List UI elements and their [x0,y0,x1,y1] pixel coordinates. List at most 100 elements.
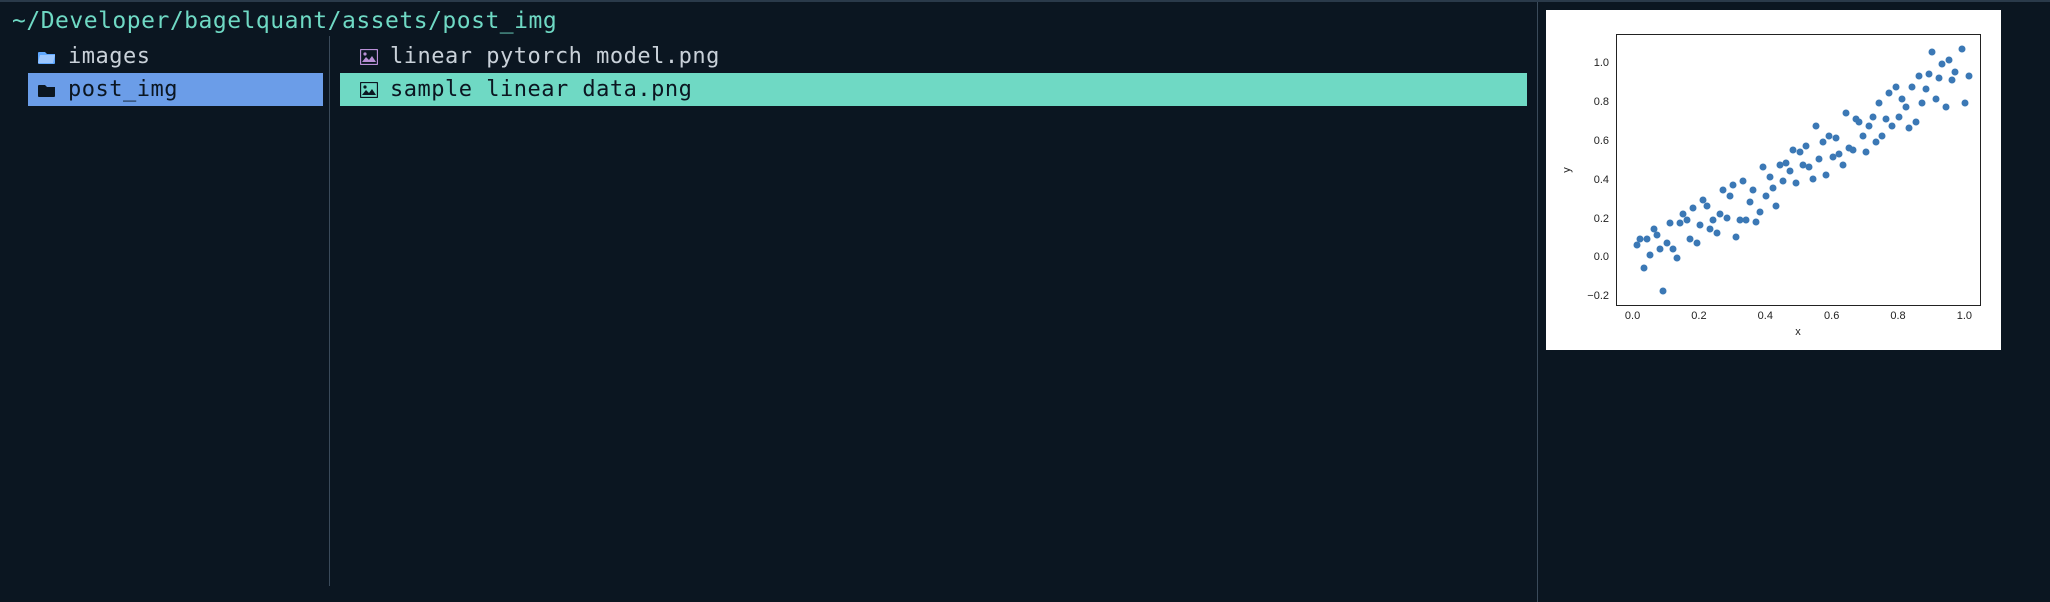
chart-xlabel: x [1795,326,1801,338]
chart-point [1842,109,1849,116]
file-item-label: sample linear data.png [390,77,692,102]
chart-point [1806,164,1813,171]
chart-point [1889,123,1896,130]
chart-point [1836,150,1843,157]
chart-point [1783,160,1790,167]
chart-ytick: 0.8 [1594,96,1609,108]
chart-point [1660,288,1667,295]
chart-point [1932,96,1939,103]
chart-point [1677,220,1684,227]
tree-item-label: post_img [68,77,178,102]
chart-ytick: −0.2 [1587,290,1609,302]
chart-point [1866,123,1873,130]
chart-point [1647,251,1654,258]
chart-point [1760,164,1767,171]
chart-point [1809,175,1816,182]
chart-point [1663,239,1670,246]
chart-point [1886,90,1893,97]
chart-point [1743,216,1750,223]
folder-icon [36,83,58,97]
tree-item-post-img[interactable]: post_img [28,73,323,106]
file-list-pane: linear pytorch model.png sample linear d… [330,36,1537,586]
chart-point [1779,177,1786,184]
chart-point [1856,119,1863,126]
chart-point [1892,84,1899,91]
chart-point [1657,245,1664,252]
scatter-chart-preview: y x −0.20.00.20.40.60.81.00.00.20.40.60.… [1546,10,2001,350]
chart-point [1763,193,1770,200]
chart-point [1869,113,1876,120]
chart-point [1713,230,1720,237]
chart-point [1962,100,1969,107]
chart-point [1670,245,1677,252]
chart-point [1793,179,1800,186]
tree-item-images[interactable]: images [28,40,323,73]
chart-point [1690,204,1697,211]
chart-point [1803,142,1810,149]
chart-point [1786,168,1793,175]
chart-point [1756,208,1763,215]
chart-point [1650,226,1657,233]
chart-point [1942,103,1949,110]
chart-point [1819,138,1826,145]
chart-ytick: 0.6 [1594,135,1609,147]
chart-point [1902,103,1909,110]
chart-point [1766,173,1773,180]
chart-xtick: 0.8 [1890,310,1905,322]
directory-tree-pane: images post_img [0,36,330,586]
chart-point [1909,84,1916,91]
chart-point [1726,193,1733,200]
chart-point [1753,218,1760,225]
chart-point [1723,214,1730,221]
chart-point [1959,45,1966,52]
chart-point [1733,234,1740,241]
chart-ytick: 1.0 [1594,57,1609,69]
chart-point [1872,138,1879,145]
chart-point [1922,86,1929,93]
chart-point [1925,70,1932,77]
chart-plot-area [1616,34,1981,306]
chart-point [1862,148,1869,155]
chart-point [1915,72,1922,79]
chart-point [1769,185,1776,192]
chart-ytick: 0.2 [1594,213,1609,225]
chart-point [1929,49,1936,56]
chart-xtick: 0.0 [1625,310,1640,322]
current-path: ~/Developer/bagelquant/assets/post_img [0,2,1537,36]
chart-point [1746,199,1753,206]
chart-point [1965,72,1972,79]
chart-xtick: 1.0 [1957,310,1972,322]
chart-point [1912,119,1919,126]
file-item-selected[interactable]: sample linear data.png [340,73,1527,106]
file-item[interactable]: linear pytorch model.png [340,40,1527,73]
chart-point [1703,202,1710,209]
chart-point [1823,171,1830,178]
chart-point [1919,100,1926,107]
chart-point [1899,96,1906,103]
folder-open-icon [36,50,58,64]
chart-point [1833,134,1840,141]
chart-point [1667,220,1674,227]
chart-ytick: 0.4 [1594,174,1609,186]
chart-point [1935,74,1942,81]
chart-point [1859,133,1866,140]
chart-point [1693,239,1700,246]
chart-point [1750,187,1757,194]
chart-point [1882,115,1889,122]
chart-point [1839,162,1846,169]
chart-point [1906,125,1913,132]
chart-point [1952,68,1959,75]
tree-item-label: images [68,44,150,69]
chart-point [1849,146,1856,153]
chart-point [1939,61,1946,68]
chart-point [1945,57,1952,64]
chart-point [1643,236,1650,243]
chart-point [1896,113,1903,120]
chart-xtick: 0.4 [1758,310,1773,322]
image-file-icon [358,82,380,98]
chart-point [1813,123,1820,130]
chart-point [1876,100,1883,107]
chart-point [1829,154,1836,161]
chart-point [1640,265,1647,272]
chart-point [1683,216,1690,223]
